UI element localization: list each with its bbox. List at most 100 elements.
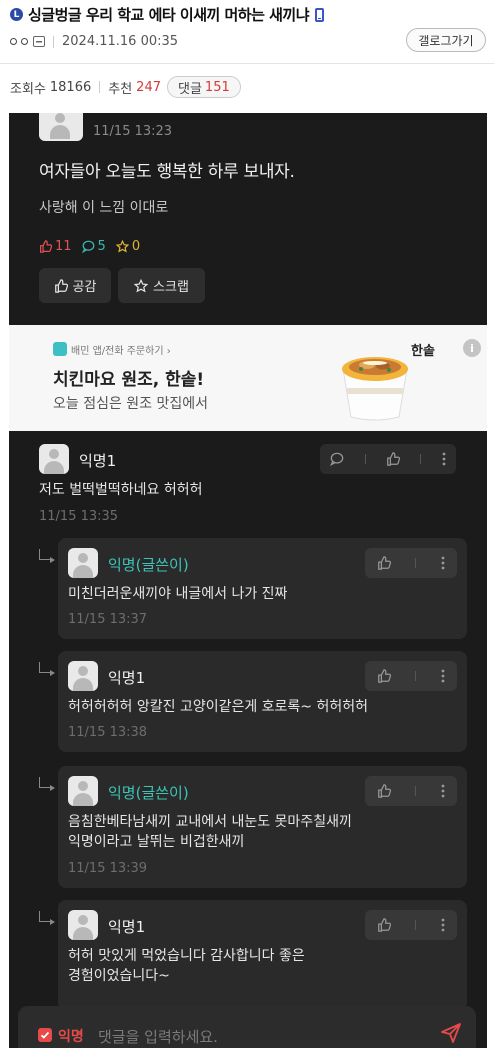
avatar bbox=[68, 776, 98, 806]
title-row: L 싱글벙글 우리 학교 에타 이새끼 머하는 새끼냐 bbox=[10, 4, 325, 25]
divider bbox=[415, 920, 417, 930]
thumbs-up-icon bbox=[40, 240, 52, 253]
avatar bbox=[39, 444, 69, 474]
gallery-badge-icon: L bbox=[10, 8, 23, 21]
post-body-text: 사랑해 이 느낌 이대로 bbox=[39, 200, 169, 216]
anonymous-label: 익명 bbox=[58, 1029, 84, 1045]
ad-description: 오늘 점심은 원조 맛집에서 bbox=[53, 396, 209, 412]
header-divider bbox=[0, 63, 494, 64]
thumbs-up-icon[interactable] bbox=[377, 918, 392, 932]
star-icon bbox=[115, 240, 129, 253]
comment-input-bar: 익명 댓글을 입력하세요. bbox=[18, 1006, 476, 1048]
divider bbox=[364, 454, 366, 464]
scrap-number: 0 bbox=[131, 239, 141, 254]
reply-item: 익명1 허허 맛있게 먹었습니다 감사합니다 좋은 경험이었습니다~ bbox=[58, 900, 467, 1010]
post-heading: 여자들아 오늘도 행복한 하루 보내자. bbox=[39, 162, 295, 182]
thumbs-up-icon bbox=[54, 278, 68, 293]
like-number: 11 bbox=[55, 239, 72, 254]
reply-author: 익명(글쓴이) bbox=[108, 784, 189, 802]
reply-arrow-icon bbox=[39, 777, 55, 791]
ad-brand: 한솥 bbox=[411, 344, 435, 359]
divider bbox=[53, 35, 54, 48]
comments-count: 151 bbox=[204, 79, 230, 95]
scrap-button-label: 스크랩 bbox=[153, 280, 189, 295]
views-label: 조회수 bbox=[10, 81, 46, 97]
post-time: 11/15 13:23 bbox=[93, 124, 173, 139]
check-icon bbox=[40, 1031, 50, 1039]
user-dot-icon bbox=[10, 38, 17, 45]
food-bowl-image bbox=[342, 357, 408, 421]
info-icon[interactable]: i bbox=[463, 339, 481, 357]
reply-item: 익명(글쓴이) 음침한베타남새끼 교내에서 내눈도 못마주칠새끼 익명이라고 날… bbox=[58, 766, 467, 888]
thumbs-up-icon[interactable] bbox=[377, 784, 392, 798]
views-count: 18166 bbox=[49, 79, 92, 95]
reply-text: 허허 맛있게 먹었습니다 감사합니다 좋은 bbox=[68, 948, 305, 964]
send-icon[interactable] bbox=[440, 1022, 462, 1044]
scrap-button[interactable]: 스크랩 bbox=[118, 268, 205, 303]
reply-author: 익명1 bbox=[108, 918, 146, 936]
divider bbox=[420, 454, 422, 464]
anonymous-checkbox[interactable] bbox=[38, 1028, 52, 1042]
comments-label: 댓글 bbox=[178, 81, 202, 97]
more-vertical-icon[interactable] bbox=[442, 452, 446, 466]
user-dot-icon bbox=[21, 38, 28, 45]
comment-author: 익명1 bbox=[79, 452, 117, 470]
more-vertical-icon[interactable] bbox=[441, 669, 445, 683]
divider bbox=[99, 81, 101, 93]
reply-actions bbox=[365, 910, 457, 940]
mobile-icon bbox=[315, 7, 325, 22]
reply-text: 익명이라고 날뛰는 비겁한새끼 bbox=[68, 834, 245, 850]
reply-time: 11/15 13:38 bbox=[68, 725, 148, 740]
reply-actions bbox=[365, 548, 457, 578]
speech-bubble-icon bbox=[81, 240, 94, 253]
thumbs-up-icon[interactable] bbox=[386, 452, 400, 466]
like-button[interactable]: 공감 bbox=[39, 268, 111, 303]
like-count: 11 bbox=[39, 239, 72, 254]
reply-arrow-icon bbox=[39, 662, 55, 676]
avatar bbox=[39, 113, 83, 141]
reply-text: 음침한베타남새끼 교내에서 내눈도 못마주칠새끼 bbox=[68, 814, 352, 830]
thumbs-up-icon[interactable] bbox=[377, 669, 392, 683]
comment-number: 5 bbox=[97, 239, 106, 254]
avatar bbox=[68, 548, 98, 578]
comment-count: 5 bbox=[81, 239, 106, 254]
avatar bbox=[68, 910, 98, 940]
comment-count-button[interactable]: 댓글 151 bbox=[167, 76, 241, 98]
reply-text: 허허허허허 앙칼진 고양이같은게 호로록~ 허허허허 bbox=[68, 699, 369, 715]
speech-bubble-icon[interactable] bbox=[330, 452, 344, 466]
reply-item: 익명1 허허허허허 앙칼진 고양이같은게 호로록~ 허허허허 11/15 13:… bbox=[58, 651, 467, 752]
divider bbox=[415, 671, 417, 681]
thumbs-up-icon[interactable] bbox=[377, 556, 392, 570]
post-title: 싱글벙글 우리 학교 에타 이새끼 머하는 새끼냐 bbox=[28, 6, 310, 24]
post-reactions: 11 5 0 bbox=[39, 239, 150, 254]
stats-row: 조회수 18166 추천 247 댓글 151 bbox=[10, 76, 241, 98]
comment-input[interactable]: 댓글을 입력하세요. bbox=[98, 1026, 218, 1047]
star-icon bbox=[134, 278, 149, 292]
more-vertical-icon[interactable] bbox=[441, 918, 445, 932]
gallog-button[interactable]: 갤로그가기 bbox=[406, 28, 486, 52]
embedded-screenshot: 11/15 13:23 여자들아 오늘도 행복한 하루 보내자. 사랑해 이 느… bbox=[9, 113, 487, 1048]
reply-author: 익명(글쓴이) bbox=[108, 556, 189, 574]
recommend-label: 추천 bbox=[108, 81, 133, 97]
avatar bbox=[68, 661, 98, 691]
reply-actions bbox=[365, 661, 457, 691]
reply-arrow-icon bbox=[39, 911, 55, 925]
like-button-label: 공감 bbox=[72, 280, 97, 295]
reply-text: 경험이었습니다~ bbox=[68, 968, 170, 984]
more-vertical-icon[interactable] bbox=[441, 556, 445, 570]
reply-item: 익명(글쓴이) 미친더러운새끼야 내글에서 나가 진짜 11/15 13:37 bbox=[58, 538, 467, 639]
comment-actions bbox=[320, 444, 456, 474]
baemin-logo-icon bbox=[53, 342, 67, 356]
comment-text: 저도 벌떡벌떡하네요 허허허 bbox=[39, 482, 203, 498]
reply-time: 11/15 13:39 bbox=[68, 861, 148, 876]
ad-banner[interactable]: 배민 앱/전화 주문하기 › 한솥 i 치킨마요 원조, 한솥! 오늘 점심은 … bbox=[9, 325, 487, 431]
post-header: L 싱글벙글 우리 학교 에타 이새끼 머하는 새끼냐 2024.11.16 0… bbox=[0, 0, 494, 100]
reply-arrow-icon bbox=[39, 549, 55, 563]
divider bbox=[415, 786, 417, 796]
post-date: 2024.11.16 00:35 bbox=[62, 34, 179, 49]
image-icon bbox=[33, 36, 45, 47]
reply-author: 익명1 bbox=[108, 669, 146, 687]
post-meta: 2024.11.16 00:35 bbox=[10, 34, 178, 49]
divider bbox=[415, 558, 417, 568]
more-vertical-icon[interactable] bbox=[441, 784, 445, 798]
